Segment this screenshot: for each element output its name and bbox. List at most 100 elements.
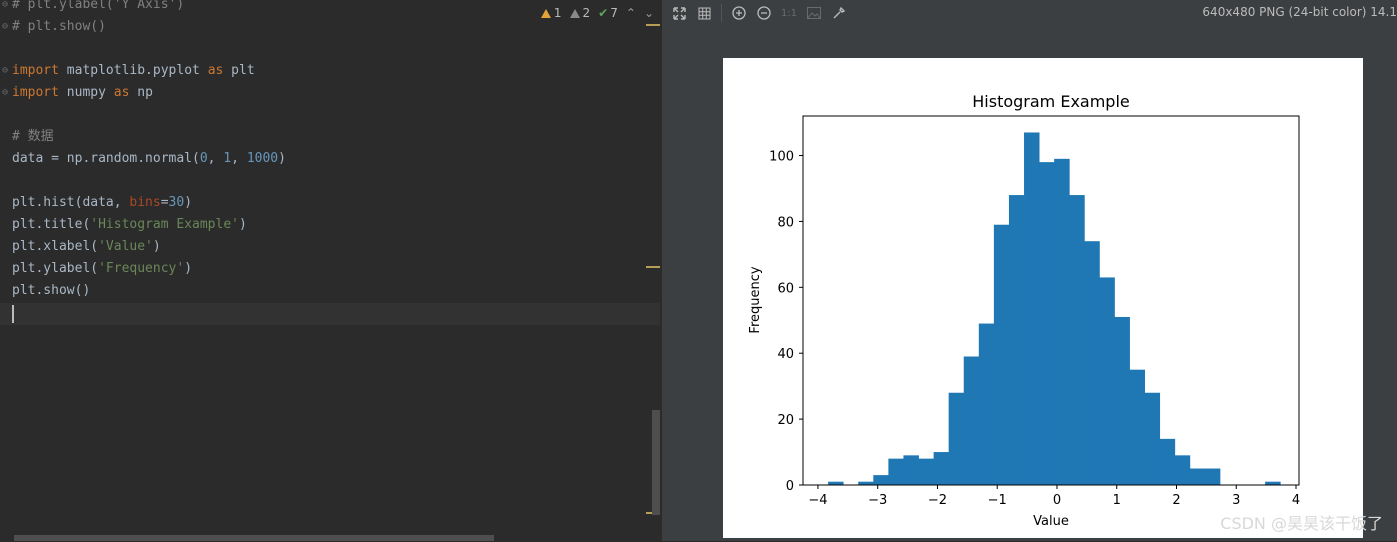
histogram-bar	[1024, 132, 1040, 485]
code-line[interactable]: plt.ylabel('Frequency')	[12, 258, 286, 280]
x-tick-label: −4	[808, 493, 827, 508]
toolbar-separator	[721, 4, 722, 22]
code-token: 'Histogram Example'	[90, 217, 239, 232]
current-line-highlight	[0, 303, 660, 325]
code-line[interactable]: import matplotlib.pyplot as plt	[12, 60, 286, 82]
code-token: 30	[168, 195, 185, 210]
code-punct: ,	[207, 151, 224, 166]
zoom-out-icon[interactable]	[756, 5, 772, 21]
code-token: # 数据	[12, 129, 54, 144]
x-tick-label: −3	[868, 493, 887, 508]
code-line[interactable]	[12, 38, 286, 60]
chevron-up-icon[interactable]: ⌃	[626, 6, 636, 20]
histogram-bar	[1099, 277, 1115, 485]
y-tick-label: 60	[777, 281, 794, 296]
chevron-down-icon[interactable]: ⌄	[644, 6, 654, 20]
fit-icon[interactable]	[671, 5, 687, 21]
code-token: data = np.random.normal(	[12, 151, 200, 166]
histogram-bar	[1189, 468, 1206, 485]
code-token: as	[207, 63, 224, 78]
code-token: plt.show()	[12, 283, 91, 298]
histogram-bar	[1159, 438, 1176, 485]
code-token: 'Frequency'	[98, 261, 185, 276]
error-stripe-mark[interactable]	[646, 266, 660, 268]
warning-count[interactable]: 1	[540, 6, 562, 20]
horizontal-scrollbar[interactable]	[14, 535, 494, 541]
fold-marker-icon[interactable]: ⊖	[2, 22, 10, 32]
background-icon[interactable]	[806, 5, 822, 21]
code-token: 1	[223, 151, 232, 166]
histogram-bar	[1114, 316, 1130, 485]
text-caret	[12, 305, 14, 323]
code-token: plt.title(	[12, 217, 91, 232]
warning-icon	[540, 9, 551, 18]
code-token: plt.ylabel(	[12, 261, 99, 276]
histogram-bar	[963, 356, 980, 485]
histogram-bar	[978, 323, 995, 485]
x-tick-label: 3	[1232, 493, 1240, 508]
histogram-bar	[948, 392, 965, 485]
x-axis-label: Value	[1033, 514, 1069, 529]
y-tick-label: 40	[777, 347, 794, 362]
image-canvas: Histogram Example −4 −3 −2 −1 0 1 2 3 4 0 20 40 60 8…	[723, 58, 1363, 538]
histogram-bar	[918, 458, 934, 485]
code-line[interactable]: # 数据	[12, 126, 286, 148]
image-info: 640x480 PNG (24-bit color) 14.1	[1202, 5, 1397, 19]
code-token: )	[278, 151, 286, 166]
check-icon: ✔	[598, 6, 609, 20]
code-lines[interactable]: # plt.ylabel('Y Axis') # plt.show() import…	[12, 0, 286, 302]
code-line[interactable]: import numpy as np	[12, 82, 286, 104]
error-stripe-mark[interactable]	[646, 24, 660, 26]
chart-title: Histogram Example	[972, 92, 1130, 111]
x-tick-label: −2	[928, 493, 947, 508]
histogram-chart: Histogram Example −4 −3 −2 −1 0 1 2 3 4 0 20 40 60 8…	[748, 92, 1300, 529]
x-tick-label: 2	[1172, 493, 1180, 508]
histogram-bar	[903, 455, 919, 485]
code-line[interactable]: plt.hist(data, bins=30)	[12, 192, 286, 214]
histogram-bar	[1008, 195, 1025, 486]
code-editor[interactable]: ⊖ ⊖ ⊖ ⊖ # plt.ylabel('Y Axis') # plt.show…	[0, 0, 662, 541]
vertical-scrollbar[interactable]	[652, 410, 660, 515]
histogram-bar	[1039, 162, 1055, 485]
code-line[interactable]	[12, 104, 286, 126]
code-line[interactable]: data = np.random.normal(0, 1, 1000)	[12, 148, 286, 170]
y-tick-label: 80	[777, 215, 794, 230]
grid-icon[interactable]	[696, 5, 712, 21]
code-line[interactable]: # plt.ylabel('Y Axis')	[12, 0, 286, 16]
code-token: # plt.ylabel('Y Axis')	[12, 0, 185, 12]
code-token: )	[184, 195, 193, 210]
code-line[interactable]: # plt.show()	[12, 16, 286, 38]
code-token: as	[113, 85, 130, 100]
histogram-bar	[1069, 195, 1085, 486]
histogram-bar	[1174, 455, 1191, 485]
typo-count[interactable]: ✔ 7	[598, 6, 618, 20]
code-line[interactable]: plt.title('Histogram Example')	[12, 214, 286, 236]
code-token: )	[239, 217, 247, 232]
code-token: matplotlib.pyplot	[58, 63, 208, 78]
fold-marker-icon[interactable]: ⊖	[2, 66, 10, 76]
zoom-in-icon[interactable]	[731, 5, 747, 21]
y-tick-label: 0	[786, 479, 794, 494]
code-line[interactable]	[12, 170, 286, 192]
histogram-bar	[873, 475, 889, 485]
color-picker-icon[interactable]	[831, 5, 847, 21]
weak-warning-count[interactable]: 2	[569, 6, 590, 20]
x-tick-label: 0	[1053, 493, 1061, 508]
histogram-bar	[933, 452, 950, 485]
code-line[interactable]: plt.xlabel('Value')	[12, 236, 286, 258]
fold-marker-icon[interactable]: ⊖	[2, 88, 10, 98]
actual-size-icon[interactable]: 1:1	[781, 5, 797, 21]
y-tick-label: 20	[777, 413, 794, 428]
code-token: 'Value'	[98, 239, 153, 254]
histogram-bar	[993, 224, 1010, 486]
code-token: np	[129, 85, 153, 100]
code-line[interactable]: plt.show()	[12, 280, 286, 302]
histogram-bar	[1129, 369, 1145, 485]
inspection-widget[interactable]: 1 2 ✔ 7 ⌃ ⌄	[536, 4, 654, 22]
x-tick-label: 1	[1113, 493, 1121, 508]
watermark: CSDN @昊昊该干饭了	[1220, 514, 1383, 533]
fold-marker-icon[interactable]: ⊖	[2, 0, 10, 10]
x-tick-label: −1	[988, 493, 1007, 508]
histogram-bar	[1144, 392, 1161, 485]
weak-warning-icon	[569, 9, 580, 18]
